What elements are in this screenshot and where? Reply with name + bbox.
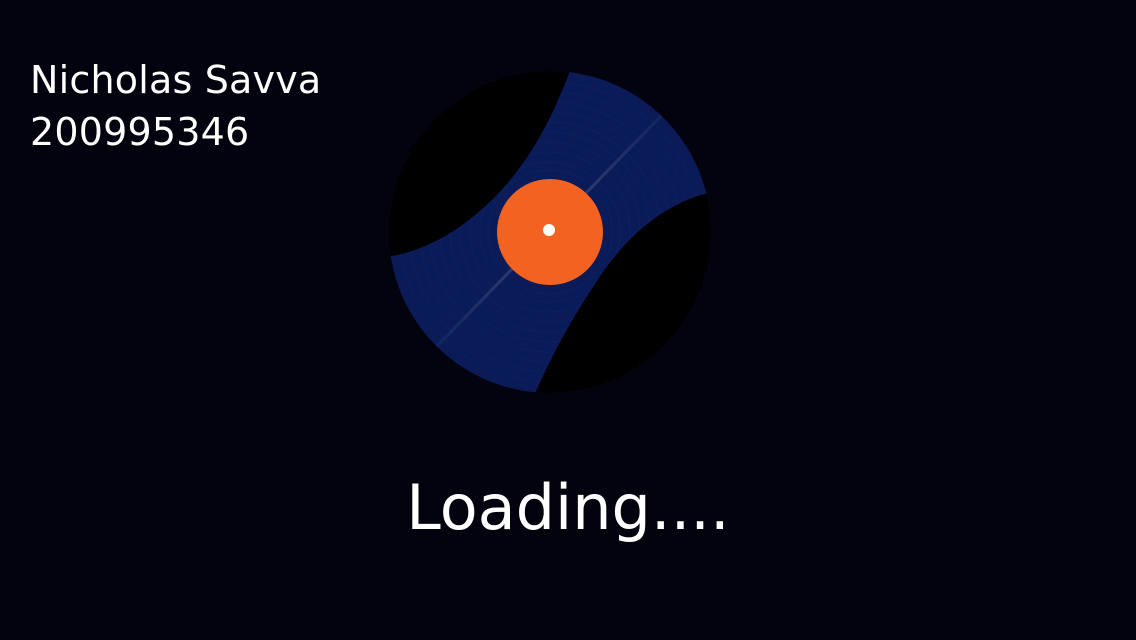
loading-text: Loading....	[406, 471, 730, 544]
author-name: Nicholas Savva	[30, 58, 322, 102]
credits: Nicholas Savva 200995346	[30, 54, 321, 158]
vinyl-record-icon	[386, 70, 716, 400]
student-id: 200995346	[30, 110, 250, 154]
vinyl-record-graphic	[389, 71, 711, 393]
spindle-hole	[543, 224, 555, 236]
